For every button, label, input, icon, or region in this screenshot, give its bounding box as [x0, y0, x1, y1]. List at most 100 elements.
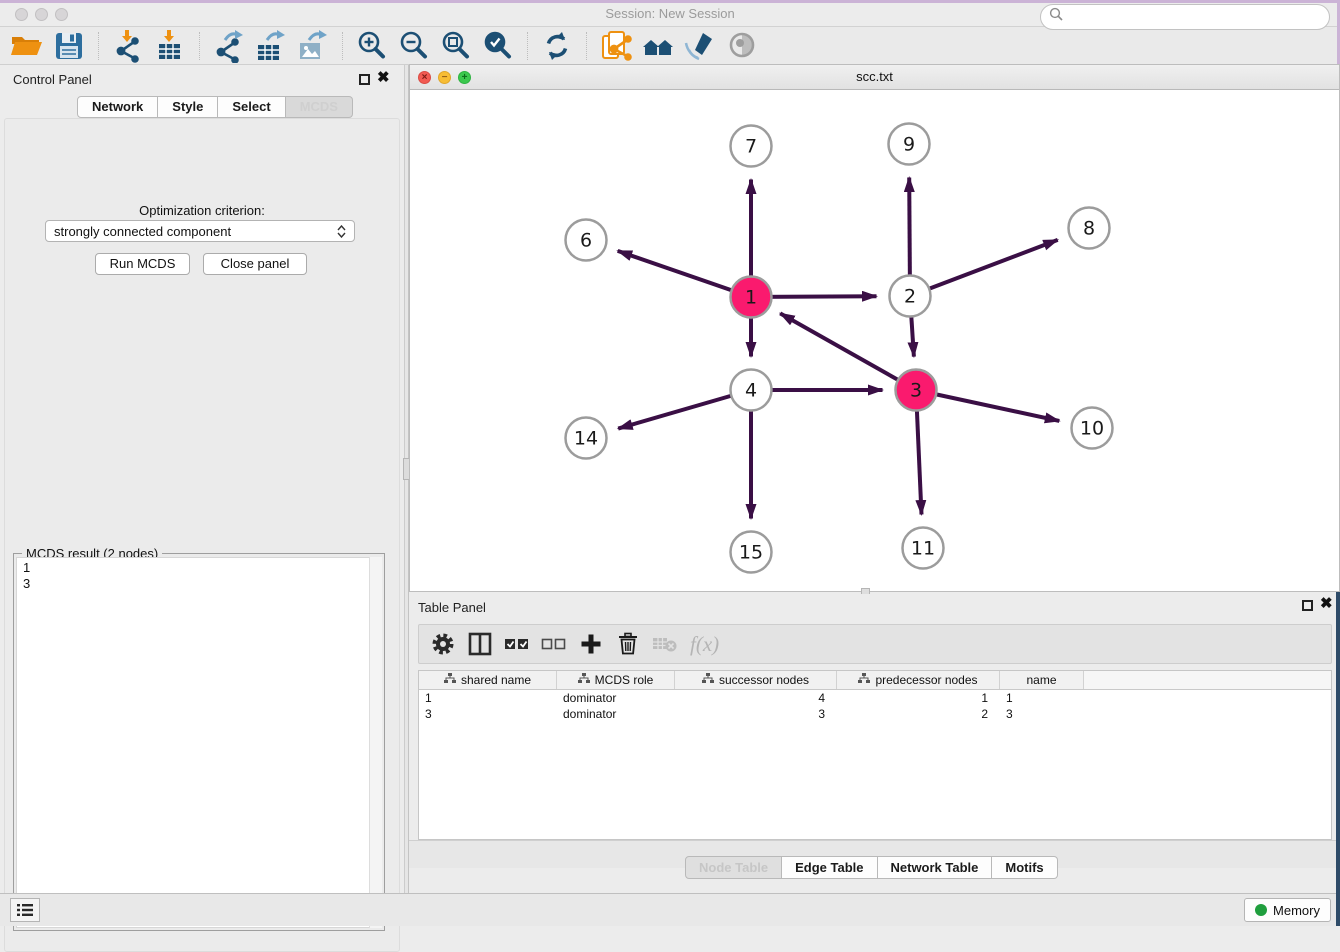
- cell-successor-nodes[interactable]: 3: [675, 706, 837, 722]
- edge-3-10[interactable]: [916, 390, 1059, 421]
- graph-node-14[interactable]: 14: [566, 418, 607, 459]
- close-table-panel-icon[interactable]: ✖: [1320, 596, 1333, 612]
- network-window-titlebar[interactable]: × − + scc.txt: [410, 65, 1339, 90]
- graph-node-4[interactable]: 4: [731, 370, 772, 411]
- control-panel-title: Control Panel: [13, 72, 92, 87]
- task-history-button[interactable]: [10, 898, 40, 922]
- criterion-select[interactable]: strongly connected component: [45, 220, 355, 242]
- float-table-panel-icon[interactable]: [1302, 600, 1313, 611]
- memory-button[interactable]: Memory: [1244, 898, 1331, 922]
- tab-network-table[interactable]: Network Table: [878, 856, 993, 879]
- mcds-result-line: 1: [23, 560, 369, 576]
- graph-node-6[interactable]: 6: [566, 220, 607, 261]
- network-window-title: scc.txt: [410, 69, 1339, 84]
- toolbar-separator: [98, 32, 99, 60]
- svg-text:14: 14: [574, 428, 598, 450]
- add-row-icon[interactable]: [577, 630, 605, 658]
- network-from-selection-icon[interactable]: [595, 29, 637, 63]
- search-input[interactable]: [1068, 7, 1329, 27]
- mcds-result-scrollbar[interactable]: [369, 557, 382, 928]
- home-view-icon[interactable]: [637, 29, 679, 63]
- delete-row-icon[interactable]: [614, 630, 642, 658]
- select-stepper-icon: [337, 225, 346, 238]
- mcds-result-group: MCDS result (2 nodes) 13: [13, 553, 385, 931]
- unselect-all-icon[interactable]: [540, 630, 568, 658]
- zoom-in-icon[interactable]: [351, 29, 393, 63]
- column-header-MCDS-role[interactable]: MCDS role: [557, 671, 675, 689]
- close-panel-button[interactable]: Close panel: [203, 253, 307, 275]
- cell-shared-name[interactable]: 1: [419, 690, 557, 706]
- edge-2-8[interactable]: [910, 240, 1058, 296]
- tab-edge-table[interactable]: Edge Table: [782, 856, 877, 879]
- zoom-selected-icon[interactable]: [477, 29, 519, 63]
- tab-motifs[interactable]: Motifs: [992, 856, 1057, 879]
- graph-node-9[interactable]: 9: [889, 124, 930, 165]
- graph-node-3[interactable]: 3: [896, 370, 937, 411]
- table-panel: Table Panel ✖ f(x) shared nameMCDS roles…: [409, 594, 1340, 893]
- network-graph[interactable]: 7 9 6 8 1 2 4 3 14 10 15 11: [410, 90, 1339, 591]
- sort-hierarchy-icon: [578, 673, 590, 687]
- column-header-successor-nodes[interactable]: successor nodes: [675, 671, 837, 689]
- cell-predecessor-nodes[interactable]: 1: [837, 690, 1000, 706]
- svg-text:3: 3: [910, 380, 922, 402]
- svg-text:7: 7: [745, 136, 757, 158]
- table-settings-icon[interactable]: [429, 630, 457, 658]
- column-view-icon[interactable]: [466, 630, 494, 658]
- run-mcds-button[interactable]: Run MCDS: [95, 253, 190, 275]
- cell-successor-nodes[interactable]: 4: [675, 690, 837, 706]
- svg-text:9: 9: [903, 134, 915, 156]
- mcds-result-text[interactable]: 13: [16, 557, 370, 928]
- export-table-icon[interactable]: [250, 29, 292, 63]
- table-row[interactable]: 3dominator323: [419, 706, 1331, 722]
- column-header-name[interactable]: name: [1000, 671, 1084, 689]
- toggle-view-icon[interactable]: [721, 29, 763, 63]
- export-network-icon[interactable]: [208, 29, 250, 63]
- delete-table-icon: [651, 630, 679, 658]
- cell-MCDS-role[interactable]: dominator: [557, 706, 675, 722]
- open-session-icon[interactable]: [6, 29, 48, 63]
- graph-node-11[interactable]: 11: [903, 528, 944, 569]
- minimize-window-button[interactable]: [35, 8, 48, 21]
- column-header-filler: [1084, 671, 1331, 689]
- import-table-icon[interactable]: [149, 29, 191, 63]
- tab-network[interactable]: Network: [77, 96, 158, 118]
- table-panel-title: Table Panel: [418, 600, 486, 615]
- control-panel: Control Panel ✖ NetworkStyleSelectMCDS O…: [0, 65, 404, 893]
- save-session-icon[interactable]: [48, 29, 90, 63]
- zoom-out-icon[interactable]: [393, 29, 435, 63]
- refresh-layout-icon[interactable]: [536, 29, 578, 63]
- toolbar-separator: [342, 32, 343, 60]
- node-table[interactable]: shared nameMCDS rolesuccessor nodesprede…: [418, 670, 1332, 840]
- close-window-button[interactable]: [15, 8, 28, 21]
- zoom-window-button[interactable]: [55, 8, 68, 21]
- import-network-icon[interactable]: [107, 29, 149, 63]
- column-header-predecessor-nodes[interactable]: predecessor nodes: [837, 671, 1000, 689]
- select-all-icon[interactable]: [503, 630, 531, 658]
- svg-text:11: 11: [911, 538, 935, 560]
- zoom-fit-icon[interactable]: [435, 29, 477, 63]
- tab-style[interactable]: Style: [158, 96, 218, 118]
- graph-node-7[interactable]: 7: [731, 126, 772, 167]
- close-panel-icon[interactable]: ✖: [377, 70, 390, 86]
- export-image-icon[interactable]: [292, 29, 334, 63]
- column-header-shared-name[interactable]: shared name: [419, 671, 557, 689]
- graph-node-10[interactable]: 10: [1072, 408, 1113, 449]
- search-box[interactable]: [1040, 4, 1330, 30]
- table-row[interactable]: 1dominator411: [419, 690, 1331, 706]
- float-panel-icon[interactable]: [359, 74, 370, 85]
- tab-mcds[interactable]: MCDS: [286, 96, 353, 118]
- apply-style-icon[interactable]: [679, 29, 721, 63]
- tab-select[interactable]: Select: [218, 96, 285, 118]
- edge-3-1[interactable]: [780, 313, 916, 390]
- cell-shared-name[interactable]: 3: [419, 706, 557, 722]
- graph-node-1[interactable]: 1: [731, 277, 772, 318]
- graph-node-8[interactable]: 8: [1069, 208, 1110, 249]
- cell-name[interactable]: 3: [1000, 706, 1084, 722]
- cell-MCDS-role[interactable]: dominator: [557, 690, 675, 706]
- graph-node-15[interactable]: 15: [731, 532, 772, 573]
- control-panel-tabs: NetworkStyleSelectMCDS: [77, 96, 353, 118]
- cell-predecessor-nodes[interactable]: 2: [837, 706, 1000, 722]
- tab-node-table[interactable]: Node Table: [685, 856, 782, 879]
- cell-name[interactable]: 1: [1000, 690, 1084, 706]
- graph-node-2[interactable]: 2: [890, 276, 931, 317]
